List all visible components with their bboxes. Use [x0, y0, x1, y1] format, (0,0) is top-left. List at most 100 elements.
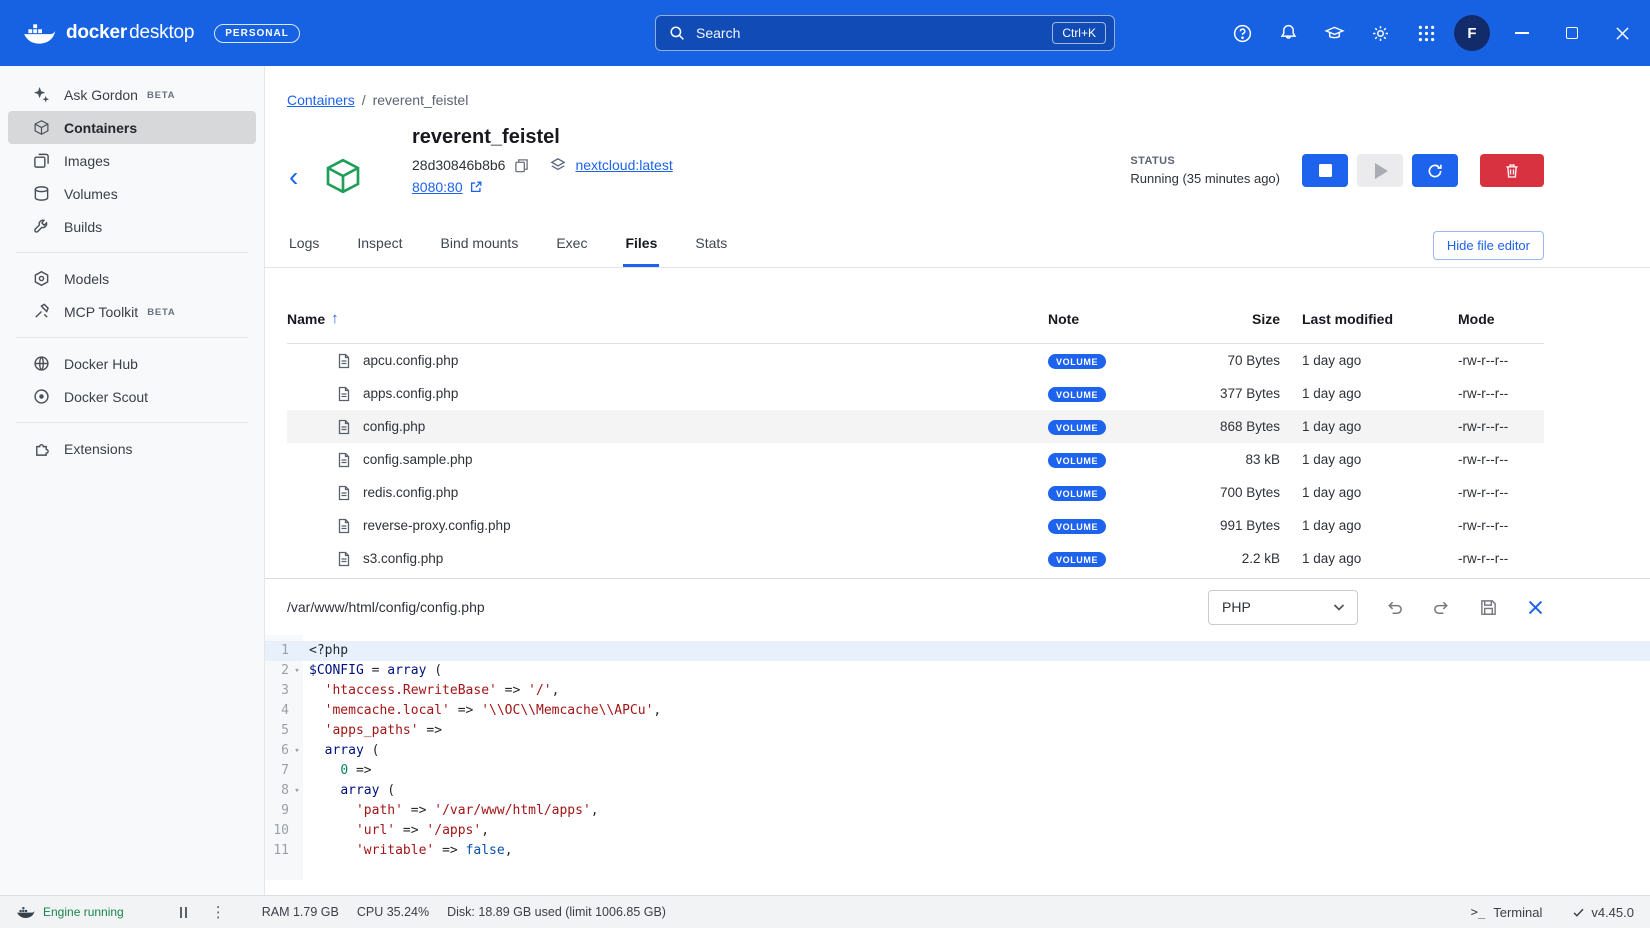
volumes-icon: [32, 185, 50, 203]
tab-inspect[interactable]: Inspect: [355, 235, 404, 267]
file-editor: /var/www/html/config/config.php PHP: [265, 578, 1650, 880]
maximize-button[interactable]: [1562, 23, 1582, 43]
start-button[interactable]: [1357, 154, 1403, 187]
close-button[interactable]: [1612, 23, 1632, 43]
code-line[interactable]: 3 'htaccess.RewriteBase' => '/',: [265, 681, 1650, 701]
minimize-button[interactable]: [1512, 23, 1532, 43]
column-last-modified[interactable]: Last modified: [1280, 311, 1458, 327]
learning-center-icon[interactable]: [1322, 21, 1346, 45]
code-line[interactable]: 9 'path' => '/var/www/html/apps',: [265, 801, 1650, 821]
resource-stats: RAM 1.79 GB CPU 35.24% Disk: 18.89 GB us…: [262, 905, 666, 919]
sort-asc-icon[interactable]: ↑: [331, 310, 339, 327]
sidebar-item-ask-gordon[interactable]: Ask Gordon BETA: [8, 78, 256, 111]
table-header: Name ↑ Note Size Last modified Mode: [287, 268, 1544, 344]
volume-badge: VOLUME: [1048, 354, 1106, 369]
sidebar-item-models[interactable]: Models: [8, 262, 256, 295]
beta-badge: BETA: [147, 89, 175, 101]
apps-grid-icon[interactable]: [1414, 21, 1438, 45]
code-line[interactable]: 7 0 =>: [265, 761, 1650, 781]
fold-icon[interactable]: ▾: [289, 661, 305, 681]
tab-files[interactable]: Files: [623, 235, 659, 267]
code-line[interactable]: 6▾ array (: [265, 741, 1650, 761]
copy-icon[interactable]: [514, 158, 529, 173]
close-editor-icon[interactable]: [1524, 596, 1546, 618]
terminal-button[interactable]: >_ Terminal: [1471, 905, 1543, 920]
column-name[interactable]: Name: [287, 311, 325, 327]
sidebar-item-mcp-toolkit[interactable]: MCP Toolkit BETA: [8, 295, 256, 328]
kebab-menu-icon[interactable]: ⋮: [211, 903, 226, 921]
tab-bind-mounts[interactable]: Bind mounts: [439, 235, 521, 267]
fold-spacer: [289, 681, 305, 701]
version-info[interactable]: v4.45.0: [1572, 905, 1634, 920]
file-icon: [336, 485, 352, 501]
fold-icon[interactable]: ▾: [289, 741, 305, 761]
table-row[interactable]: redis.config.php VOLUME 700 Bytes 1 day …: [287, 476, 1544, 509]
sidebar-item-label: Extensions: [64, 441, 132, 457]
sidebar-item-docker-hub[interactable]: Docker Hub: [8, 347, 256, 380]
code-line[interactable]: 10 'url' => '/apps',: [265, 821, 1650, 841]
table-row[interactable]: apcu.config.php VOLUME 70 Bytes 1 day ag…: [287, 344, 1544, 377]
hide-file-editor-button[interactable]: Hide file editor: [1433, 231, 1544, 260]
help-icon[interactable]: [1230, 21, 1254, 45]
redo-icon[interactable]: [1430, 596, 1452, 618]
table-row[interactable]: apps.config.php VOLUME 377 Bytes 1 day a…: [287, 377, 1544, 410]
breadcrumb-separator: /: [362, 92, 366, 108]
image-link[interactable]: nextcloud:latest: [575, 157, 672, 173]
volume-badge: VOLUME: [1048, 519, 1106, 534]
language-select[interactable]: PHP: [1208, 590, 1358, 625]
fold-icon[interactable]: ▾: [289, 781, 305, 801]
file-icon: [336, 452, 352, 468]
engine-status[interactable]: Engine running: [16, 905, 124, 919]
containers-icon: [32, 119, 50, 137]
mcp-toolkit-icon: [32, 303, 50, 321]
table-row-selected[interactable]: config.php VOLUME 868 Bytes 1 day ago -r…: [287, 410, 1544, 443]
notifications-icon[interactable]: [1276, 21, 1300, 45]
code-line[interactable]: 4 'memcache.local' => '\\OC\\Memcache\\A…: [265, 701, 1650, 721]
sidebar-item-docker-scout[interactable]: Docker Scout: [8, 380, 256, 413]
restart-button[interactable]: [1412, 154, 1458, 187]
ram-usage: RAM 1.79 GB: [262, 905, 339, 919]
tab-logs[interactable]: Logs: [287, 235, 321, 267]
table-row[interactable]: reverse-proxy.config.php VOLUME 991 Byte…: [287, 509, 1544, 542]
table-row[interactable]: s3.config.php VOLUME 2.2 kB 1 day ago -r…: [287, 542, 1544, 575]
avatar[interactable]: F: [1454, 15, 1490, 51]
table-row[interactable]: config.sample.php VOLUME 83 kB 1 day ago…: [287, 443, 1544, 476]
back-chevron-icon[interactable]: ‹: [289, 164, 298, 190]
undo-icon[interactable]: [1383, 596, 1405, 618]
beta-badge: BETA: [147, 306, 175, 318]
file-icon: [336, 518, 352, 534]
sidebar-item-builds[interactable]: Builds: [8, 210, 256, 243]
code-line[interactable]: 5 'apps_paths' =>: [265, 721, 1650, 741]
editor-file-path: /var/www/html/config/config.php: [287, 599, 485, 615]
tab-stats[interactable]: Stats: [693, 235, 729, 267]
code-line[interactable]: 1<?php: [265, 641, 1650, 661]
main-content: Containers / reverent_feistel ‹ reverent…: [265, 66, 1650, 895]
stop-button[interactable]: [1302, 154, 1348, 187]
status-bar: Engine running ⋮ RAM 1.79 GB CPU 35.24% …: [0, 895, 1650, 928]
pause-engine-button[interactable]: [180, 907, 187, 918]
fold-spacer: [289, 841, 305, 861]
status-value: Running (35 minutes ago): [1130, 171, 1280, 186]
sidebar-item-images[interactable]: Images: [8, 144, 256, 177]
code-line[interactable]: 8▾ array (: [265, 781, 1650, 801]
chevron-down-icon: [1331, 599, 1347, 615]
stop-icon: [1319, 164, 1332, 177]
sidebar-item-label: Volumes: [64, 186, 118, 202]
external-link-icon[interactable]: [469, 180, 483, 194]
code-line[interactable]: 11 'writable' => false,: [265, 841, 1650, 861]
save-icon[interactable]: [1477, 596, 1499, 618]
port-link[interactable]: 8080:80: [412, 179, 463, 195]
code-editor[interactable]: 1<?php2▾$CONFIG = array (3 'htaccess.Rew…: [265, 635, 1650, 880]
tab-exec[interactable]: Exec: [554, 235, 589, 267]
settings-icon[interactable]: [1368, 21, 1392, 45]
delete-button[interactable]: [1480, 154, 1544, 187]
sidebar-item-volumes[interactable]: Volumes: [8, 177, 256, 210]
search-input[interactable]: Search Ctrl+K: [655, 15, 1115, 51]
container-header: ‹ reverent_feistel 28d30846b8b6 nextclou…: [265, 124, 1650, 212]
code-line[interactable]: 2▾$CONFIG = array (: [265, 661, 1650, 681]
breadcrumb-containers-link[interactable]: Containers: [287, 92, 355, 108]
sidebar-divider: [16, 252, 248, 253]
sidebar-item-extensions[interactable]: Extensions: [8, 432, 256, 465]
sidebar-item-containers[interactable]: Containers: [8, 111, 256, 144]
column-size[interactable]: Size: [1140, 311, 1280, 327]
